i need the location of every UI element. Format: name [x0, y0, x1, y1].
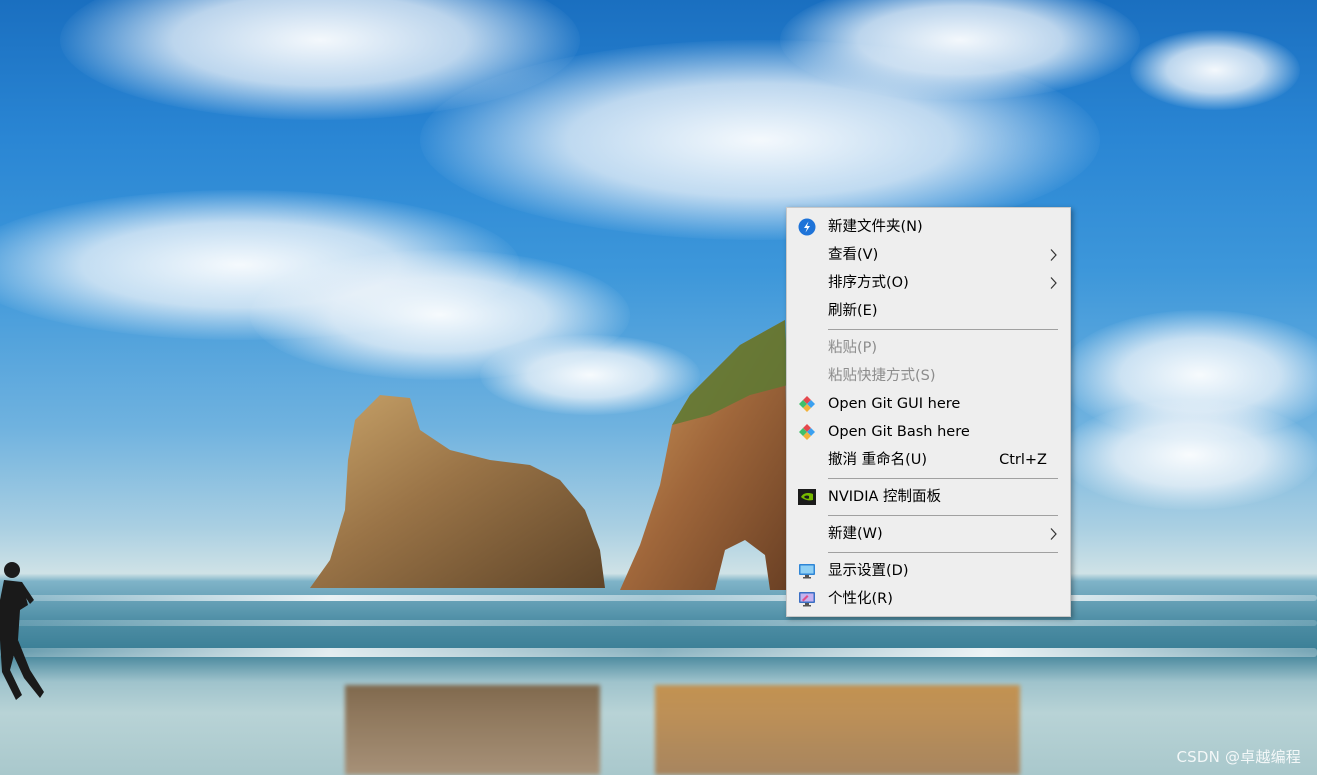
desktop-context-menu: 新建文件夹(N) 查看(V) 排序方式(O) 刷新(E) 粘贴(P) 粘贴快捷方… — [786, 207, 1071, 617]
menu-item-shortcut: Ctrl+Z — [999, 452, 1047, 468]
watermark: CSDN @卓越编程 — [1176, 748, 1301, 766]
menu-item-label: 粘贴(P) — [828, 340, 878, 356]
chevron-right-icon — [1050, 249, 1057, 261]
menu-item-label: 排序方式(O) — [828, 275, 909, 291]
menu-item-label: 显示设置(D) — [828, 563, 909, 579]
menu-item-view[interactable]: 查看(V) — [787, 241, 1070, 269]
menu-separator — [828, 329, 1058, 330]
wallpaper-cloud — [1130, 30, 1300, 110]
menu-item-label: 查看(V) — [828, 247, 879, 263]
wallpaper-rock-left — [310, 395, 605, 588]
wallpaper-wave — [0, 648, 1317, 657]
menu-item-label: 新建文件夹(N) — [828, 219, 923, 235]
git-bash-icon — [799, 424, 815, 440]
wallpaper-wave — [0, 620, 1317, 626]
desktop[interactable]: CSDN @卓越编程 新建文件夹(N) 查看(V) 排序方式(O) 刷新(E) — [0, 0, 1317, 775]
menu-item-paste-shortcut[interactable]: 粘贴快捷方式(S) — [787, 362, 1070, 390]
menu-item-label: 粘贴快捷方式(S) — [828, 368, 936, 384]
menu-item-label: NVIDIA 控制面板 — [828, 489, 942, 505]
menu-item-label: 新建(W) — [828, 526, 883, 542]
wallpaper-cloud — [1060, 400, 1317, 510]
menu-item-label: 个性化(R) — [828, 591, 893, 607]
menu-separator — [828, 515, 1058, 516]
new-folder-icon — [798, 218, 816, 236]
git-gui-icon — [799, 396, 815, 412]
menu-item-display-settings[interactable]: 显示设置(D) — [787, 557, 1070, 585]
menu-item-sort-by[interactable]: 排序方式(O) — [787, 269, 1070, 297]
menu-item-nvidia-control-panel[interactable]: NVIDIA 控制面板 — [787, 483, 1070, 511]
menu-item-new[interactable]: 新建(W) — [787, 520, 1070, 548]
menu-item-personalize[interactable]: 个性化(R) — [787, 585, 1070, 613]
menu-item-open-git-bash[interactable]: Open Git Bash here — [787, 418, 1070, 446]
menu-item-open-git-gui[interactable]: Open Git GUI here — [787, 390, 1070, 418]
menu-separator — [828, 478, 1058, 479]
menu-item-paste[interactable]: 粘贴(P) — [787, 334, 1070, 362]
wallpaper-reflection — [345, 685, 600, 775]
wallpaper-rock-arch — [620, 320, 788, 590]
nvidia-icon — [798, 489, 816, 505]
wallpaper-wave — [0, 595, 1317, 601]
menu-item-new-folder[interactable]: 新建文件夹(N) — [787, 213, 1070, 241]
menu-item-label: Open Git GUI here — [828, 396, 961, 412]
menu-item-label: 撤消 重命名(U) — [828, 452, 928, 468]
wallpaper-reflection — [655, 685, 1020, 775]
menu-item-refresh[interactable]: 刷新(E) — [787, 297, 1070, 325]
chevron-right-icon — [1050, 277, 1057, 289]
personalize-icon — [799, 592, 815, 607]
menu-item-undo-rename[interactable]: 撤消 重命名(U) Ctrl+Z — [787, 446, 1070, 474]
wallpaper-runner — [0, 562, 44, 700]
chevron-right-icon — [1050, 528, 1057, 540]
menu-item-label: 刷新(E) — [828, 303, 878, 319]
menu-separator — [828, 552, 1058, 553]
menu-item-label: Open Git Bash here — [828, 424, 970, 440]
display-settings-icon — [799, 564, 815, 579]
